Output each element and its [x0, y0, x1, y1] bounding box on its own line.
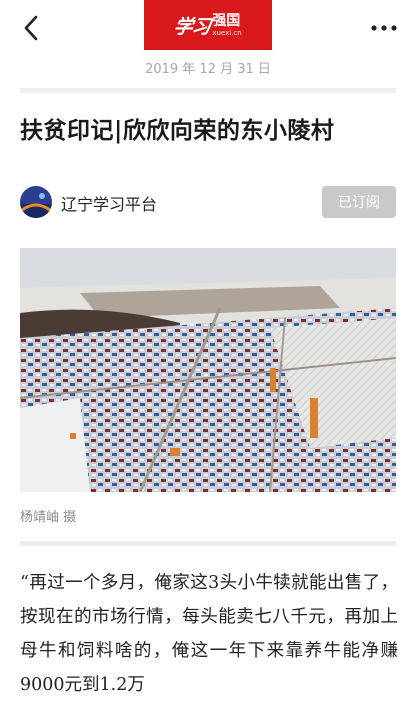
article-title: 扶贫印记|欣欣向荣的东小陵村 [20, 117, 335, 144]
divider [20, 88, 396, 93]
more-options-button[interactable] [366, 10, 402, 46]
xuexi-logo: 学习 强国 xuexi.cn [144, 0, 272, 50]
article-photo [20, 248, 396, 492]
avatar-image [20, 186, 52, 218]
logo-script-text: 学习 [172, 15, 212, 38]
author-name[interactable]: 辽宁学习平台 [61, 191, 157, 215]
back-arrow-icon [24, 15, 38, 41]
article-body: “再过一个多月，俺家这3头小牛犊就能出售了，按现在的市场行情，每头能卖七八千元，… [20, 573, 398, 695]
village-aerial-image [20, 248, 396, 492]
more-dots-icon [371, 25, 397, 31]
logo-text: 强国 [212, 13, 241, 29]
subscribe-button[interactable]: 已订阅 [322, 186, 396, 218]
top-navigation-bar: 学习 强国 xuexi.cn [0, 0, 416, 56]
publish-date: 2019 年 12 月 31 日 [145, 62, 271, 77]
author-avatar[interactable] [20, 186, 52, 218]
photo-caption: 杨靖岫 摄 [20, 510, 77, 525]
author-row: 辽宁学习平台 已订阅 [20, 184, 396, 220]
logo-url: xuexi.cn [212, 29, 242, 37]
back-button[interactable] [14, 10, 50, 46]
divider [20, 541, 396, 546]
